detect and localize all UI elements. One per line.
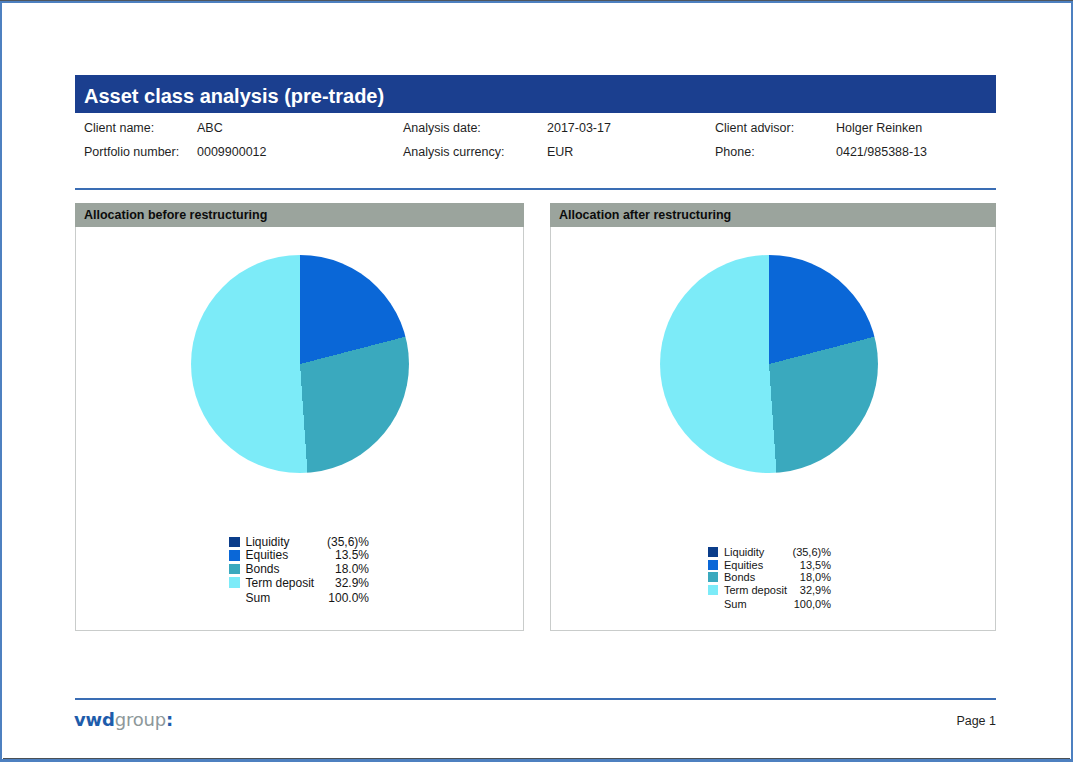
logo-group: group [115, 709, 166, 730]
term-deposit-swatch [708, 585, 718, 595]
equities-label: Equities [246, 548, 335, 562]
pie-chart-before [191, 255, 409, 473]
legend-after: Liquidity (35,6)% Equities 13,5% Bonds 1… [708, 546, 831, 611]
sum-swatch-spacer [229, 592, 240, 603]
bonds-swatch [229, 564, 240, 575]
phone-value: 0421/985388-13 [836, 145, 927, 159]
liquidity-swatch [229, 537, 240, 548]
term-deposit-swatch [229, 577, 240, 588]
legend-row-term-deposit: Term deposit 32,9% [708, 584, 831, 597]
panel-after-title: Allocation after restructuring [559, 203, 731, 227]
sum-label: Sum [724, 598, 794, 610]
term-deposit-value: 32,9% [800, 584, 831, 596]
panel-before-title: Allocation before restructuring [84, 203, 267, 227]
frame-top-edge [0, 0, 1073, 1]
panel-before-title-bar: Allocation before restructuring [75, 203, 524, 227]
report-title-band: Asset class analysis (pre-trade) [75, 75, 996, 113]
legend-row-liquidity: Liquidity (35,6)% [708, 546, 831, 559]
report-title: Asset class analysis (pre-trade) [84, 77, 384, 115]
legend-before: Liquidity (35,6)% Equities 13.5% Bonds 1… [229, 535, 369, 604]
client-name-value: ABC [197, 121, 223, 135]
logo-colon: : [166, 709, 173, 730]
phone-label: Phone: [715, 145, 755, 159]
client-name-label: Client name: [84, 121, 154, 135]
sum-swatch-spacer [708, 599, 718, 609]
legend-row-equities: Equities 13,5% [708, 559, 831, 572]
panel-after-title-bar: Allocation after restructuring [550, 203, 996, 227]
liquidity-value: (35,6)% [327, 535, 369, 549]
client-advisor-label: Client advisor: [715, 121, 794, 135]
legend-row-sum: Sum 100.0% [229, 591, 369, 605]
legend-row-bonds: Bonds 18.0% [229, 562, 369, 576]
logo-vwd: vwd [74, 709, 115, 730]
term-deposit-value: 32.9% [335, 576, 369, 590]
panel-allocation-after: Allocation after restructuring Liquidity… [550, 203, 996, 631]
liquidity-swatch [708, 547, 718, 557]
vwd-group-logo: vwdgroup: [74, 709, 173, 730]
sum-value: 100.0% [328, 591, 369, 605]
page-number: Page 1 [956, 714, 996, 728]
frame-bottom-edge [3, 758, 1070, 759]
portfolio-number-value: 0009900012 [197, 145, 267, 159]
term-deposit-label: Term deposit [724, 584, 800, 596]
analysis-date-label: Analysis date: [403, 121, 481, 135]
legend-row-term-deposit: Term deposit 32.9% [229, 576, 369, 590]
equities-swatch [708, 560, 718, 570]
bonds-value: 18.0% [335, 562, 369, 576]
header-divider-rule [75, 188, 996, 190]
analysis-currency-value: EUR [547, 145, 573, 159]
sum-label: Sum [246, 591, 329, 605]
legend-row-bonds: Bonds 18,0% [708, 571, 831, 584]
panel-allocation-before: Allocation before restructuring Liquidit… [75, 203, 524, 631]
legend-row-liquidity: Liquidity (35,6)% [229, 535, 369, 549]
bonds-value: 18,0% [800, 571, 831, 583]
equities-label: Equities [724, 559, 800, 571]
analysis-currency-label: Analysis currency: [403, 145, 504, 159]
liquidity-label: Liquidity [724, 546, 792, 558]
analysis-date-value: 2017-03-17 [547, 121, 611, 135]
term-deposit-label: Term deposit [246, 576, 335, 590]
bonds-label: Bonds [724, 571, 800, 583]
bonds-label: Bonds [246, 562, 335, 576]
pie-chart-after [660, 255, 878, 473]
bonds-swatch [708, 572, 718, 582]
equities-value: 13.5% [335, 548, 369, 562]
client-advisor-value: Holger Reinken [836, 121, 922, 135]
portfolio-number-label: Portfolio number: [84, 145, 179, 159]
liquidity-value: (35,6)% [792, 546, 831, 558]
sum-value: 100,0% [794, 598, 831, 610]
equities-swatch [229, 550, 240, 561]
legend-row-equities: Equities 13.5% [229, 549, 369, 563]
equities-value: 13,5% [800, 559, 831, 571]
legend-row-sum: Sum 100,0% [708, 598, 831, 611]
footer-divider-rule [75, 698, 996, 700]
liquidity-label: Liquidity [246, 535, 327, 549]
